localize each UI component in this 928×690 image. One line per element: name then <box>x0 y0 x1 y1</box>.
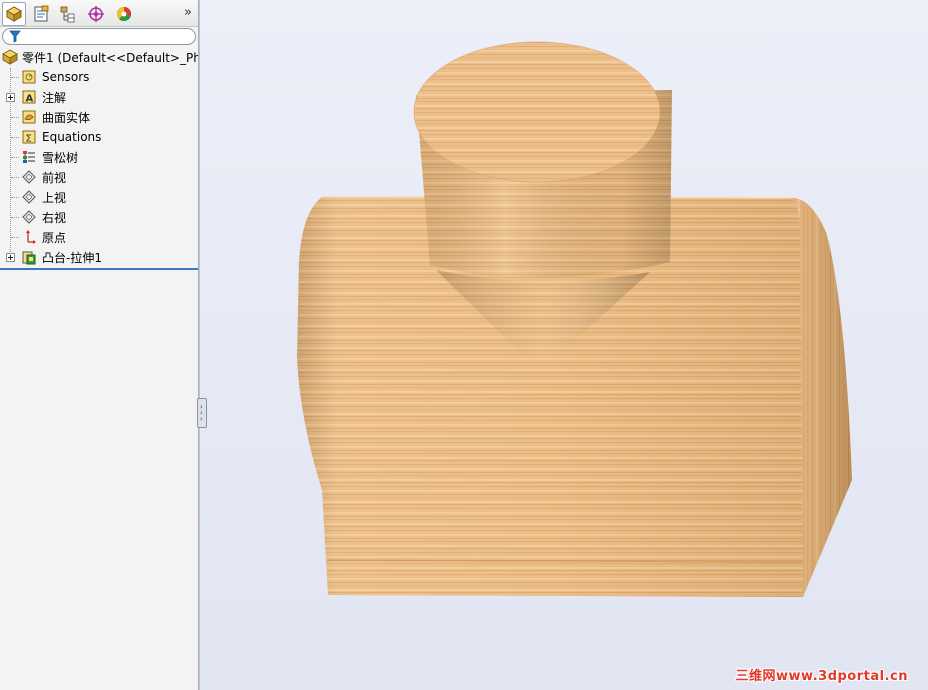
tree-connector <box>11 77 19 78</box>
panel-collapse-handle[interactable]: › › › <box>197 398 207 428</box>
tab-display-manager[interactable] <box>112 3 136 25</box>
graphics-viewport[interactable]: 三维网www.3dportal.cn <box>200 0 928 690</box>
tree-connector <box>11 177 19 178</box>
tree-item[interactable]: 前视 <box>0 167 198 187</box>
configuration-manager-icon <box>60 6 75 23</box>
property-manager-icon <box>34 5 49 22</box>
tree-item[interactable]: Sensors <box>0 67 198 87</box>
tree-item-label: 原点 <box>42 230 67 245</box>
watermark-text: 三维网www.3dportal.cn <box>735 669 908 684</box>
tree-item[interactable]: 曲面实体 <box>0 107 198 127</box>
tree-item[interactable]: 右视 <box>0 207 198 227</box>
tree-item[interactable]: 上视 <box>0 187 198 207</box>
svg-text:A: A <box>26 94 34 105</box>
plane-icon <box>21 189 37 205</box>
tree-item-label: 右视 <box>42 210 67 225</box>
origin-icon <box>21 229 37 245</box>
surface-bodies-icon <box>21 109 37 125</box>
tab-feature-manager[interactable] <box>2 2 26 26</box>
tab-configuration-manager[interactable] <box>56 3 80 25</box>
more-tabs-button[interactable]: » <box>184 5 192 20</box>
tree-item-label: 凸台-拉伸1 <box>42 250 102 265</box>
expand-toggle-icon[interactable] <box>6 253 15 262</box>
tree-bottom-separator <box>0 268 198 270</box>
tree-root-label: 零件1 (Default<<Default>_Phc <box>22 50 198 65</box>
tree-item[interactable]: A 注解 <box>0 87 198 107</box>
tree-item-label: 曲面实体 <box>42 110 91 125</box>
tree-item-label: 上视 <box>42 190 67 205</box>
tree-item-label: Sensors <box>42 70 90 84</box>
tree-connector <box>11 157 19 158</box>
tree-filter-input[interactable] <box>2 28 196 45</box>
material-icon <box>21 149 37 165</box>
display-manager-icon <box>116 6 131 21</box>
feature-manager-panel: » 零件1 (Default<<Default>_Phc Sensors A 注解曲… <box>0 0 198 690</box>
filter-icon <box>9 30 21 43</box>
sensors-icon <box>21 69 37 85</box>
tree-item-label: 前视 <box>42 170 67 185</box>
tree-item-label: Equations <box>42 130 102 144</box>
tree-connector <box>11 137 19 138</box>
wood-part-model[interactable] <box>200 0 928 690</box>
tree-connector <box>11 237 19 238</box>
part-icon <box>2 49 18 65</box>
annotations-icon: A <box>21 89 37 105</box>
svg-text:Σ: Σ <box>26 134 32 145</box>
manager-tab-bar: » <box>0 0 198 27</box>
plane-icon <box>21 169 37 185</box>
tree-item[interactable]: Σ Equations <box>0 127 198 147</box>
tree-connector <box>11 117 19 118</box>
tree-root-part[interactable]: 零件1 (Default<<Default>_Phc <box>0 47 198 67</box>
dimxpert-manager-icon <box>88 6 104 22</box>
tree-connector <box>11 217 19 218</box>
tree-connector <box>11 197 19 198</box>
tree-item-label: 注解 <box>42 90 67 105</box>
plane-icon <box>21 209 37 225</box>
tab-dimxpert-manager[interactable] <box>84 3 108 25</box>
tree-item-label: 雪松树 <box>42 150 79 165</box>
equations-icon: Σ <box>21 129 37 145</box>
tree-item[interactable]: 凸台-拉伸1 <box>0 247 198 267</box>
tree-item[interactable]: 原点 <box>0 227 198 247</box>
expand-toggle-icon[interactable] <box>6 93 15 102</box>
extrude-icon <box>21 249 37 265</box>
feature-manager-icon <box>5 6 23 22</box>
tab-property-manager[interactable] <box>29 3 53 25</box>
tree-item[interactable]: 雪松树 <box>0 147 198 167</box>
